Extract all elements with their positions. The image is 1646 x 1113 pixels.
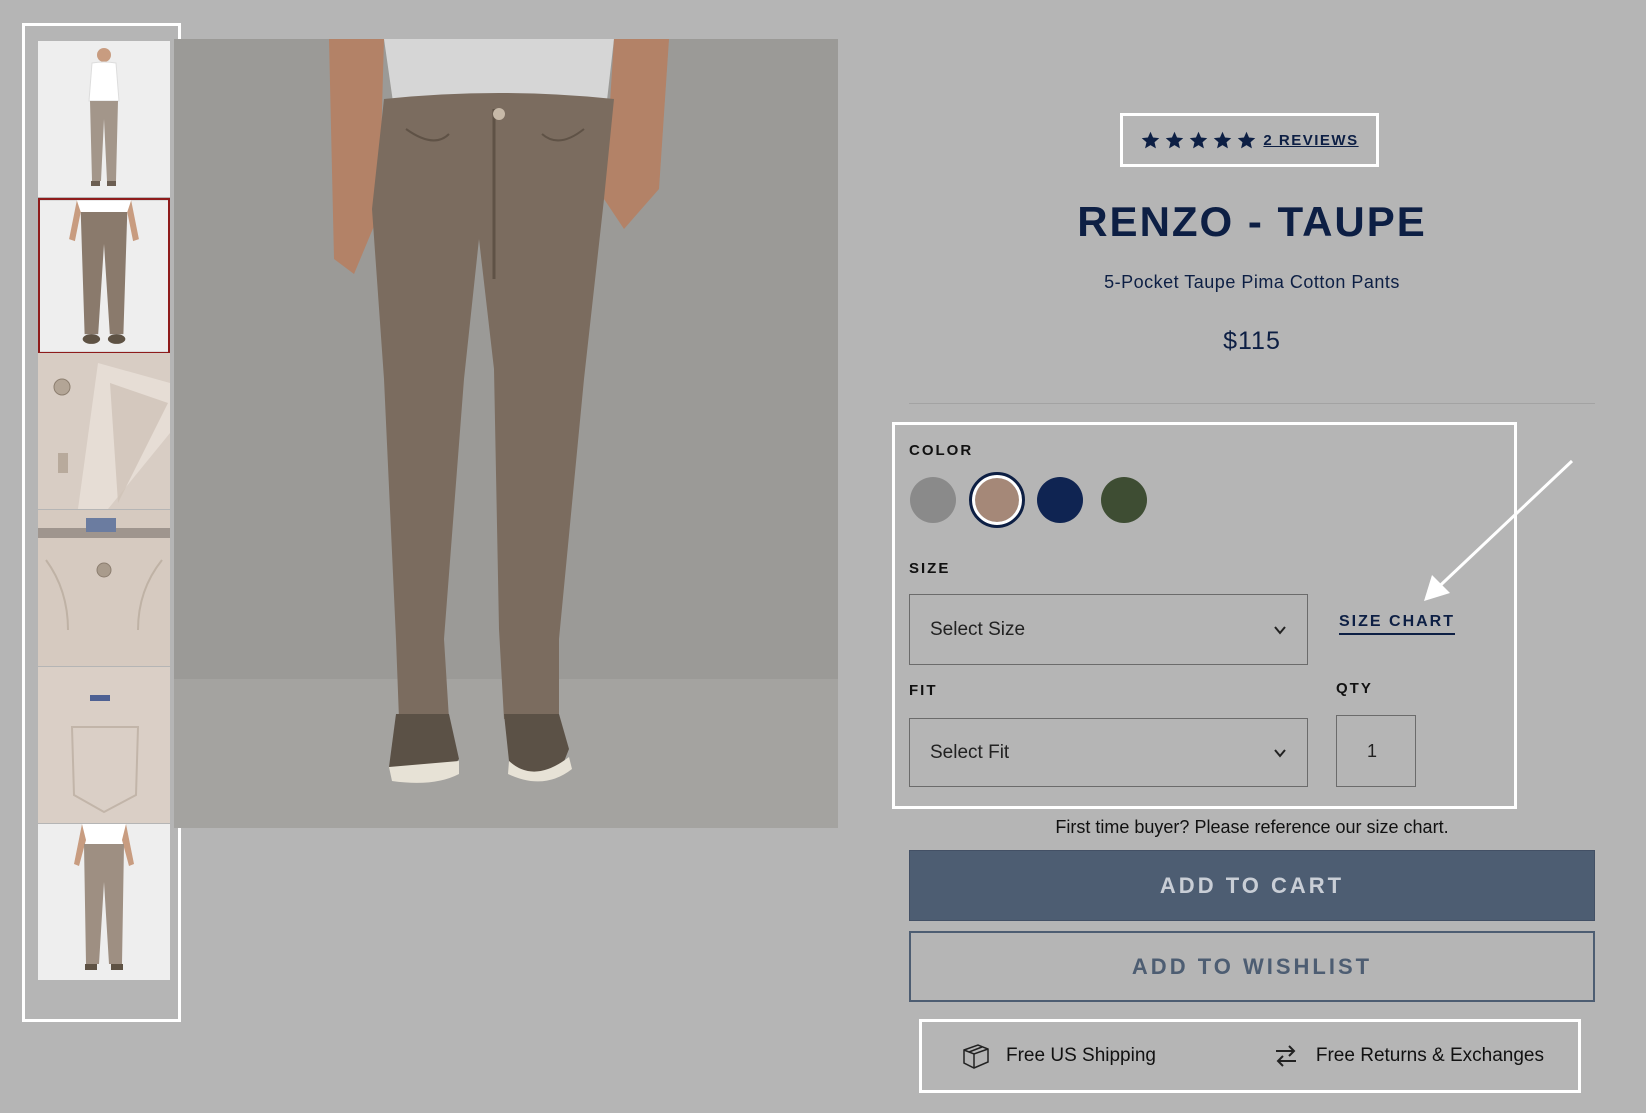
star-icon: [1214, 131, 1232, 148]
main-product-image: [174, 39, 838, 828]
thumbnail-3[interactable]: [38, 353, 170, 509]
thumbnail-1[interactable]: [38, 41, 170, 197]
divider: [909, 403, 1595, 404]
exchange-arrows-icon: [1275, 1045, 1296, 1067]
star-icon: [1238, 131, 1256, 148]
product-photo: [38, 353, 170, 509]
color-swatch-olive[interactable]: [1101, 477, 1147, 523]
product-photo: [38, 824, 170, 980]
thumbnail-6[interactable]: [38, 824, 170, 980]
chevron-down-icon: [1274, 748, 1286, 758]
qty-input[interactable]: [1336, 715, 1416, 787]
product-photo: [174, 39, 838, 828]
thumbnail-4[interactable]: [38, 510, 170, 666]
star-icon: [1166, 131, 1184, 148]
fit-select[interactable]: Select Fit: [909, 718, 1308, 787]
size-label: SIZE: [909, 560, 951, 577]
box-icon: [963, 1044, 989, 1069]
thumbnail-5[interactable]: [38, 667, 170, 823]
color-swatch-taupe[interactable]: [969, 472, 1025, 528]
product-photo: [38, 41, 170, 197]
reviews-link[interactable]: 2 REVIEWS: [1263, 132, 1358, 149]
star-icon: [1190, 131, 1208, 148]
star-icon: [1142, 131, 1160, 148]
star-rating: [1140, 130, 1257, 151]
free-returns-label: Free Returns & Exchanges: [1315, 1045, 1544, 1066]
chevron-down-icon: [1274, 625, 1286, 635]
free-shipping-label: Free US Shipping: [1006, 1045, 1156, 1066]
annotation-arrow-icon: [1424, 459, 1574, 601]
product-price: $115: [1223, 327, 1281, 355]
color-swatch-gray[interactable]: [910, 477, 956, 523]
product-photo: [38, 667, 170, 823]
fit-select-value: Select Fit: [930, 741, 1010, 763]
add-to-wishlist-button[interactable]: ADD TO WISHLIST: [909, 931, 1595, 1002]
thumbnail-strip: [22, 23, 181, 1022]
size-chart-hint: First time buyer? Please reference our s…: [1055, 817, 1449, 837]
color-label: COLOR: [909, 442, 974, 459]
size-chart-link[interactable]: SIZE CHART: [1339, 613, 1455, 635]
fit-label: FIT: [909, 682, 938, 699]
thumbnail-2[interactable]: [38, 198, 170, 354]
size-select-value: Select Size: [930, 618, 1026, 640]
perks-bar: Free US Shipping Free Returns & Exchange…: [919, 1019, 1581, 1093]
free-returns-perk: Free Returns & Exchanges: [1270, 1040, 1544, 1072]
product-title: RENZO - TAUPE: [1077, 198, 1427, 245]
size-select[interactable]: Select Size: [909, 594, 1308, 665]
qty-label: QTY: [1336, 680, 1373, 697]
reviews-summary: 2 REVIEWS: [1120, 113, 1379, 167]
product-photo: [38, 510, 170, 666]
add-to-cart-button[interactable]: ADD TO CART: [909, 850, 1595, 921]
product-photo: [40, 200, 168, 352]
color-swatch-navy[interactable]: [1037, 477, 1083, 523]
product-subtitle: 5-Pocket Taupe Pima Cotton Pants: [1104, 272, 1400, 292]
free-shipping-perk: Free US Shipping: [960, 1040, 1156, 1072]
